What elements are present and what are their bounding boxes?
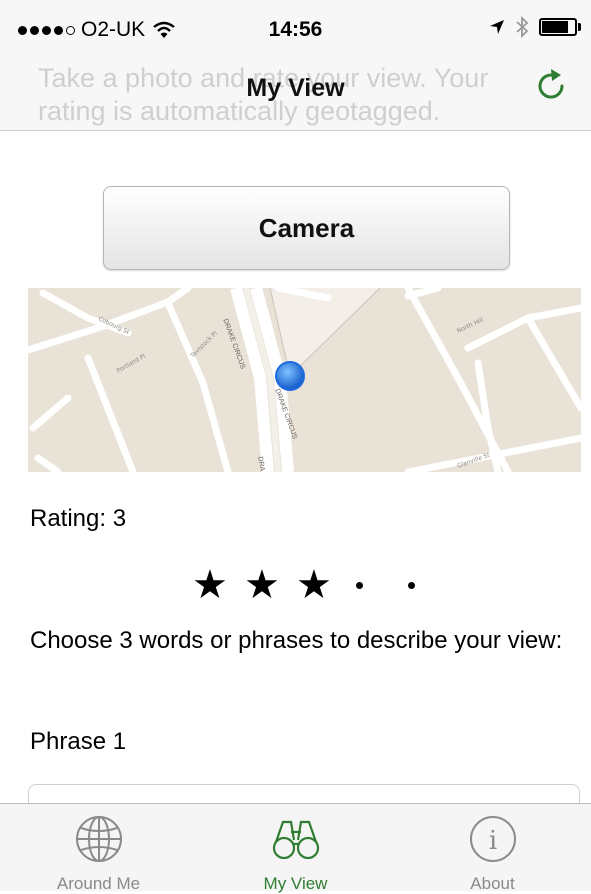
map-tiles: Cobourg St Portland Pl Tavistock Pl Nort… [28,288,581,472]
binoculars-icon [272,820,319,860]
map-view[interactable]: Cobourg St Portland Pl Tavistock Pl Nort… [28,288,581,472]
tab-label: About [470,874,515,893]
star-icon-empty[interactable] [348,565,400,605]
page-title: My View [246,74,345,102]
tab-around-me[interactable]: Around Me [0,804,197,893]
describe-prompt: Choose 3 words or phrases to describe yo… [30,627,563,654]
star-rating[interactable]: ★ ★ ★ [192,565,452,605]
rating-label: Rating: 3 [30,505,127,532]
status-icons [489,16,581,38]
globe-icon [75,816,122,862]
bluetooth-icon [516,16,529,38]
refresh-icon[interactable] [531,66,571,106]
tab-label: Around Me [56,874,141,893]
tab-about[interactable]: i About [394,804,591,893]
svg-text:i: i [488,826,496,856]
tab-label: My View [263,874,328,893]
star-icon-filled[interactable]: ★ [296,565,348,605]
location-arrow-icon [490,20,504,34]
star-icon-filled[interactable]: ★ [244,565,296,605]
star-icon-filled[interactable]: ★ [192,565,244,605]
battery-icon [539,18,581,36]
tab-bar: Around Me My View i About [0,803,591,893]
navigation-bar: Take a photo and rate your view. Your ra… [0,50,591,131]
star-icon-empty[interactable] [400,565,452,605]
camera-button[interactable]: Camera [103,186,510,270]
phrase-1-label: Phrase 1 [30,728,127,755]
status-bar: O2-UK 14:56 [0,0,591,50]
tab-my-view[interactable]: My View [197,804,394,893]
info-icon: i [469,816,516,862]
